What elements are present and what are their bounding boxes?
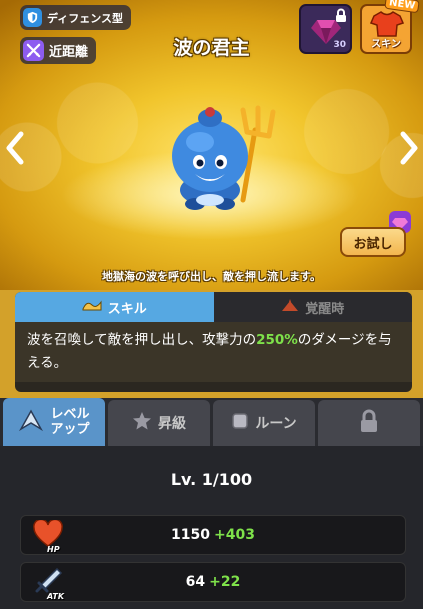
tab-skill-label: スキル bbox=[107, 301, 147, 317]
awakening-icon bbox=[281, 298, 299, 316]
stats-section: Lv. 1/100 HP 1150 +403 ATK 64 +22 bbox=[0, 446, 423, 609]
locked-gem-slot[interactable]: 30 bbox=[299, 4, 352, 54]
lock-icon bbox=[359, 409, 379, 437]
tab-rune-label: ルーン bbox=[255, 416, 297, 432]
tab-awakening-label: 覚醒時 bbox=[305, 301, 345, 317]
skin-button-label: スキン bbox=[371, 39, 401, 50]
tab-level-up-line2: アップ bbox=[50, 422, 90, 437]
tab-rune[interactable]: ルーン bbox=[213, 400, 315, 446]
tab-locked[interactable] bbox=[318, 400, 420, 446]
character-description: 地獄海の波を呼び出し、敵を押し流します。 bbox=[102, 270, 321, 283]
atk-bonus: +22 bbox=[209, 574, 241, 590]
hp-stat-row: HP 1150 +403 bbox=[20, 515, 406, 555]
chevron-right-icon bbox=[400, 131, 418, 165]
atk-tag: ATK bbox=[47, 592, 65, 601]
upgrade-tabs: レベル アップ 昇級 ルーン bbox=[0, 398, 423, 446]
tab-awakening[interactable]: 覚醒時 bbox=[213, 292, 412, 322]
character-illustration bbox=[155, 90, 285, 219]
skill-tabs: スキル 覚醒時 bbox=[15, 292, 412, 322]
hp-bonus: +403 bbox=[214, 527, 255, 543]
skill-section: スキル 覚醒時 波を召喚して敵を押し出し、攻撃力の250%のダメージを与える。 bbox=[0, 290, 423, 398]
skill-panel: スキル 覚醒時 波を召喚して敵を押し出し、攻撃力の250%のダメージを与える。 bbox=[15, 292, 412, 392]
chevron-left-icon bbox=[6, 131, 24, 165]
tab-promote[interactable]: 昇級 bbox=[108, 400, 210, 446]
skill-wave-icon bbox=[82, 299, 102, 315]
trial-button[interactable]: お試し bbox=[340, 227, 406, 257]
skill-description: 波を召喚して敵を押し出し、攻撃力の250%のダメージを与える。 bbox=[15, 322, 412, 382]
tab-level-up[interactable]: レベル アップ bbox=[3, 398, 105, 446]
gem-count: 30 bbox=[333, 40, 346, 50]
atk-stat-row: ATK 64 +22 bbox=[20, 562, 406, 602]
tab-skill[interactable]: スキル bbox=[15, 292, 214, 322]
hp-value: 1150 +403 bbox=[21, 527, 405, 543]
lock-icon bbox=[335, 8, 347, 27]
atk-base: 64 bbox=[185, 574, 206, 590]
skin-button[interactable]: スキン bbox=[360, 4, 412, 54]
skill-damage-percent: 250% bbox=[256, 332, 298, 348]
star-icon bbox=[132, 411, 152, 435]
next-character-button[interactable] bbox=[398, 130, 420, 166]
level-up-icon bbox=[18, 407, 44, 437]
hp-base: 1150 bbox=[171, 527, 210, 543]
hero-banner: ディフェンス型 近距離 波の君主 30 スキン NEW お試し 地獄海の波を呼び… bbox=[0, 0, 423, 290]
shirt-icon bbox=[370, 11, 404, 37]
level-indicator: Lv. 1/100 bbox=[170, 470, 253, 489]
rune-icon bbox=[231, 412, 249, 434]
skill-text-before: 波を召喚して敵を押し出し、攻撃力の bbox=[27, 332, 257, 348]
atk-value: 64 +22 bbox=[21, 574, 405, 590]
shield-icon bbox=[23, 8, 42, 27]
tab-promote-label: 昇級 bbox=[158, 416, 186, 432]
type-badge: ディフェンス型 bbox=[20, 5, 132, 30]
type-badge-label: ディフェンス型 bbox=[47, 11, 124, 25]
previous-character-button[interactable] bbox=[4, 130, 26, 166]
hp-tag: HP bbox=[47, 545, 60, 554]
tab-level-up-line1: レベル bbox=[50, 407, 90, 422]
